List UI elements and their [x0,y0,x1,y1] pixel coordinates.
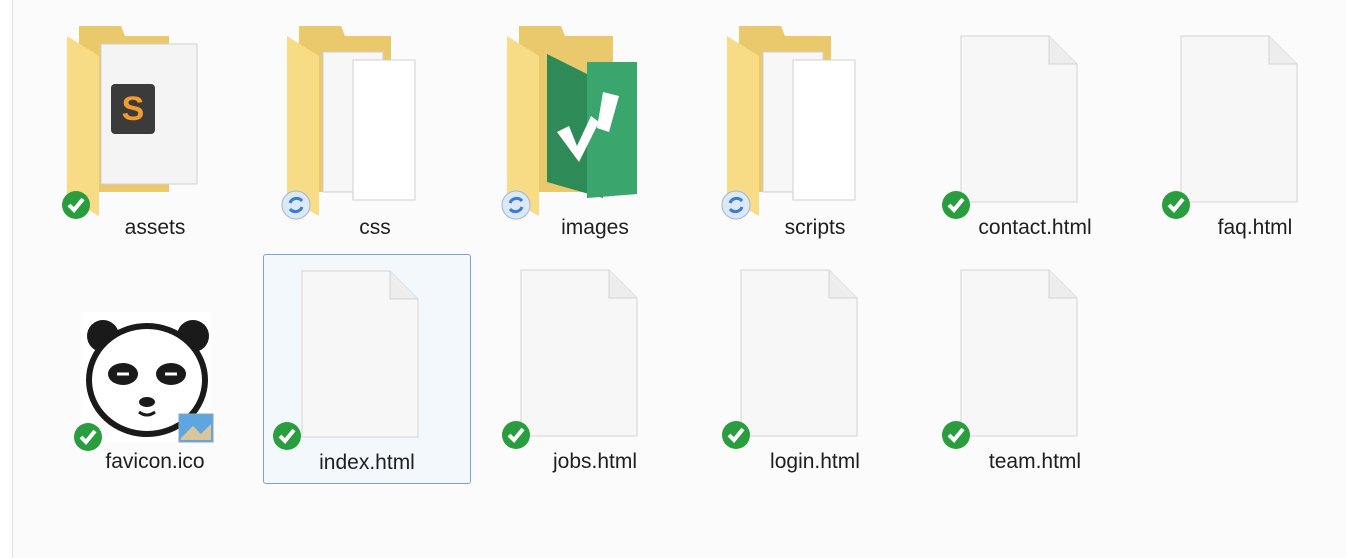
item-label: jobs.html [552,450,638,473]
file-item-favicon[interactable]: favicon.ico [51,256,259,486]
item-label: faq.html [1217,216,1293,239]
svg-text:S: S [122,90,145,128]
folder-item-assets[interactable]: S assets [51,22,259,252]
file-view-pane: S assets css images scripts contact.html… [12,0,1346,558]
sync-ok-icon [273,422,301,450]
item-label: images [561,216,629,239]
sync-ok-icon [502,421,530,449]
item-label: team.html [988,450,1082,473]
file-item-contact[interactable]: contact.html [931,22,1139,252]
sync-ok-icon [942,421,970,449]
file-item-team[interactable]: team.html [931,256,1139,486]
item-label: login.html [770,450,860,473]
item-label: index.html [319,451,415,474]
file-item-login[interactable]: login.html [711,256,919,486]
item-label: css [359,216,391,239]
folder-item-css[interactable]: css [271,22,479,252]
folder-item-images[interactable]: images [491,22,699,252]
sync-ok-icon [722,421,750,449]
file-item-faq[interactable]: faq.html [1151,22,1346,252]
sync-ok-icon [74,423,102,451]
file-item-index[interactable]: index.html [263,254,471,484]
item-label: contact.html [978,216,1092,239]
folder-item-scripts[interactable]: scripts [711,22,919,252]
item-label: scripts [784,216,846,239]
file-item-jobs[interactable]: jobs.html [491,256,699,486]
item-label: assets [124,216,186,239]
item-label: favicon.ico [105,450,205,473]
